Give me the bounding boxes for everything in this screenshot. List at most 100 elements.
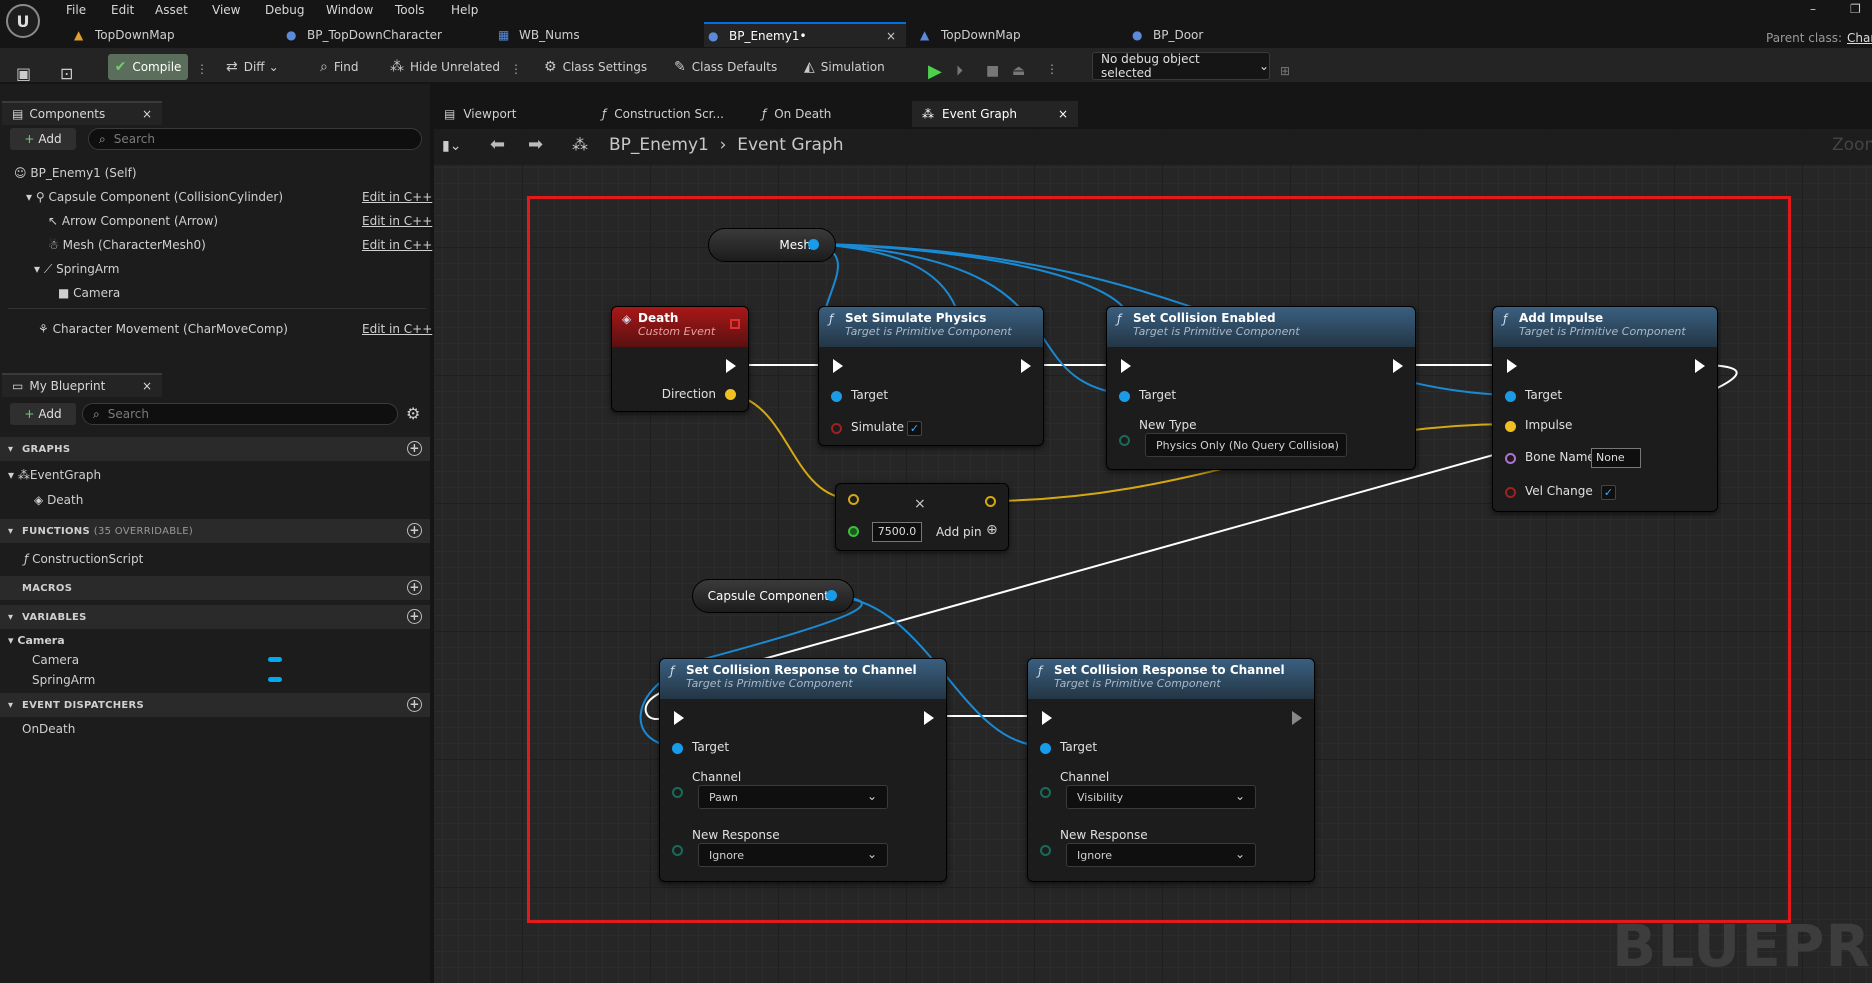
multiply-input-b-pin[interactable] bbox=[848, 526, 859, 537]
diff-button[interactable]: ⇄ Diff ⌄ bbox=[226, 56, 279, 78]
menu-asset[interactable]: Asset bbox=[155, 3, 188, 17]
new-type-dropdown[interactable]: Physics Only (No Query Collision) ⌄ bbox=[1145, 433, 1347, 457]
target-input-pin[interactable] bbox=[1119, 391, 1130, 402]
tree-item-camera[interactable]: ■ Camera bbox=[58, 286, 120, 300]
death-event-node[interactable]: ◈ Death Custom Event Direction bbox=[611, 306, 749, 412]
tab-event-graph[interactable]: ⁂ Event Graph × bbox=[912, 101, 1078, 127]
edit-in-cpp-link[interactable]: Edit in C++ bbox=[362, 190, 432, 204]
tree-item-arrow[interactable]: ↖ Arrow Component (Arrow) bbox=[48, 214, 218, 228]
compile-button[interactable]: ✔ Compile bbox=[108, 54, 188, 80]
eject-icon[interactable]: ⏏ bbox=[1012, 63, 1025, 79]
mesh-output-pin[interactable] bbox=[808, 239, 819, 250]
debug-object-select[interactable]: No debug object selected ⌄ bbox=[1092, 52, 1270, 80]
tab-topdownmap[interactable]: ▲ TopDownMap bbox=[70, 22, 270, 47]
exec-input-pin[interactable] bbox=[674, 711, 684, 725]
tab-bp-enemy1[interactable]: ● BP_Enemy1• × bbox=[704, 22, 906, 47]
add-function-icon[interactable]: + bbox=[407, 523, 422, 538]
simulate-input-pin[interactable] bbox=[831, 423, 842, 434]
close-icon[interactable]: × bbox=[142, 107, 152, 121]
menu-edit[interactable]: Edit bbox=[111, 3, 134, 17]
exec-input-pin[interactable] bbox=[833, 359, 843, 373]
debug-filter-icon[interactable]: ⊞ bbox=[1280, 64, 1290, 78]
new-response-dropdown[interactable]: Ignore ⌄ bbox=[698, 843, 888, 867]
event-dispatchers-section[interactable]: ▾ EVENT DISPATCHERS + bbox=[0, 693, 430, 717]
menu-debug[interactable]: Debug bbox=[265, 3, 304, 17]
tab-topdownmap-2[interactable]: ▲ TopDownMap bbox=[916, 22, 1116, 47]
add-pin-label[interactable]: Add pin bbox=[936, 525, 982, 539]
graph-item-death[interactable]: ◈ Death bbox=[34, 493, 83, 507]
simulate-checkbox[interactable]: ✓ bbox=[907, 421, 922, 436]
variables-section[interactable]: ▾ VARIABLES + bbox=[0, 605, 430, 629]
target-input-pin[interactable] bbox=[1040, 743, 1051, 754]
tab-wb-nums[interactable]: ▦ WB_Nums bbox=[494, 22, 694, 47]
add-member-button[interactable]: + Add bbox=[10, 403, 76, 425]
exec-output-pin[interactable] bbox=[1393, 359, 1403, 373]
menu-file[interactable]: File bbox=[66, 3, 86, 17]
capsule-output-pin[interactable] bbox=[826, 590, 837, 601]
target-input-pin[interactable] bbox=[831, 391, 842, 402]
close-tab-icon[interactable]: × bbox=[886, 29, 896, 43]
more-options-icon[interactable]: ⋮ bbox=[510, 62, 522, 76]
vel-change-input-pin[interactable] bbox=[1505, 487, 1516, 498]
multiply-output-pin[interactable] bbox=[985, 496, 996, 507]
new-response-input-pin[interactable] bbox=[1040, 845, 1051, 856]
exec-input-pin[interactable] bbox=[1042, 711, 1052, 725]
tree-item-capsule[interactable]: ▾ ⚲ Capsule Component (CollisionCylinder… bbox=[26, 190, 283, 204]
variable-item-camera[interactable]: Camera bbox=[32, 653, 79, 667]
browse-icon[interactable]: ⊡ bbox=[60, 64, 73, 83]
macros-section[interactable]: MACROS + bbox=[0, 576, 430, 600]
delegate-pin-icon[interactable] bbox=[730, 319, 740, 329]
breadcrumb-blueprint[interactable]: BP_Enemy1 bbox=[609, 135, 709, 155]
variable-item-springarm[interactable]: SpringArm bbox=[32, 673, 95, 687]
direction-output-pin[interactable] bbox=[725, 389, 736, 400]
channel-input-pin[interactable] bbox=[672, 787, 683, 798]
edit-in-cpp-link[interactable]: Edit in C++ bbox=[362, 214, 432, 228]
parent-class-value[interactable]: Char bbox=[1847, 31, 1872, 45]
bone-name-input-pin[interactable] bbox=[1505, 453, 1516, 464]
hide-unrelated-button[interactable]: ⁂ Hide Unrelated bbox=[390, 56, 500, 78]
bookmark-icon[interactable]: ▮⌄ bbox=[442, 138, 461, 154]
set-collision-response-node-1[interactable]: ƒ Set Collision Response to Channel Targ… bbox=[659, 658, 947, 882]
back-arrow-icon[interactable]: ⬅ bbox=[490, 134, 505, 155]
components-search-input[interactable]: ⌕ Search bbox=[88, 128, 422, 150]
exec-input-pin[interactable] bbox=[1121, 359, 1131, 373]
menu-help[interactable]: Help bbox=[451, 3, 478, 17]
bone-name-input[interactable]: None bbox=[1591, 448, 1641, 468]
exec-output-pin[interactable] bbox=[1695, 359, 1705, 373]
play-icon[interactable]: ▶ bbox=[928, 61, 942, 82]
unreal-logo-icon[interactable]: U bbox=[6, 4, 40, 38]
new-response-dropdown[interactable]: Ignore ⌄ bbox=[1066, 843, 1256, 867]
multiply-value-input[interactable]: 7500.0 bbox=[872, 522, 922, 542]
close-icon[interactable]: × bbox=[142, 379, 152, 393]
set-simulate-physics-node[interactable]: ƒ Set Simulate Physics Target is Primiti… bbox=[818, 306, 1044, 446]
dispatcher-item-ondeath[interactable]: OnDeath bbox=[22, 722, 75, 736]
tab-bp-topdowncharacter[interactable]: ● BP_TopDownCharacter bbox=[282, 22, 482, 47]
simulation-button[interactable]: ◭ Simulation bbox=[804, 56, 885, 78]
tree-item-self[interactable]: ☺ BP_Enemy1 (Self) bbox=[14, 166, 137, 180]
add-macro-icon[interactable]: + bbox=[407, 580, 422, 595]
add-graph-icon[interactable]: + bbox=[407, 441, 422, 456]
channel-input-pin[interactable] bbox=[1040, 787, 1051, 798]
tab-construction-script[interactable]: ƒ Construction Scr... bbox=[592, 101, 750, 127]
graph-item-eventgraph[interactable]: ▾ ⁂EventGraph bbox=[8, 468, 101, 482]
my-blueprint-search-input[interactable]: ⌕ Search bbox=[82, 403, 398, 425]
find-button[interactable]: ⌕ Find bbox=[320, 56, 358, 78]
add-impulse-node[interactable]: ƒ Add Impulse Target is Primitive Compon… bbox=[1492, 306, 1718, 512]
my-blueprint-tab[interactable]: ▭ My Blueprint × bbox=[2, 373, 162, 397]
add-pin-icon[interactable]: ⊕ bbox=[986, 522, 998, 538]
menu-view[interactable]: View bbox=[212, 3, 240, 17]
class-defaults-button[interactable]: ✎ Class Defaults bbox=[674, 56, 777, 78]
tree-item-springarm[interactable]: ▾ ⟋ SpringArm bbox=[34, 262, 119, 277]
tab-viewport[interactable]: ▤ Viewport bbox=[434, 101, 592, 127]
vel-change-checkbox[interactable]: ✓ bbox=[1601, 485, 1616, 500]
add-component-button[interactable]: + Add bbox=[10, 128, 76, 150]
close-icon[interactable]: × bbox=[1058, 107, 1068, 121]
exec-output-pin[interactable] bbox=[1021, 359, 1031, 373]
edit-in-cpp-link[interactable]: Edit in C++ bbox=[362, 238, 432, 252]
menu-tools[interactable]: Tools bbox=[395, 3, 425, 17]
new-response-input-pin[interactable] bbox=[672, 845, 683, 856]
stop-icon[interactable]: ■ bbox=[986, 63, 999, 79]
set-collision-enabled-node[interactable]: ƒ Set Collision Enabled Target is Primit… bbox=[1106, 306, 1416, 470]
multiply-input-a-pin[interactable] bbox=[848, 494, 859, 505]
tab-on-death[interactable]: ƒ On Death bbox=[752, 101, 910, 127]
